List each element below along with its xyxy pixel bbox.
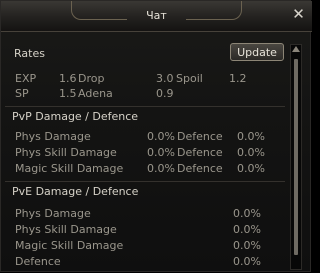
spoil-label: Spoil — [176, 72, 203, 85]
rates-row-2: SP 1.5 Adena 0.9 — [15, 87, 285, 102]
pve-label: Defence — [15, 255, 61, 268]
pvp-heading: PvP Damage / Defence — [12, 110, 139, 123]
pve-heading: PvE Damage / Defence — [12, 185, 139, 198]
pvp-defence-label: Defence — [177, 146, 223, 159]
pvp-defence-label: Defence — [177, 162, 223, 175]
close-icon[interactable]: ✕ — [292, 7, 305, 22]
pve-row: Magic Skill Damage 0.0% — [15, 239, 285, 254]
adena-value: 0.9 — [156, 87, 174, 100]
drop-label: Drop — [78, 72, 105, 85]
section-divider — [5, 106, 285, 107]
section-divider — [5, 181, 285, 182]
pvp-damage-value: 0.0% — [147, 162, 175, 175]
window-title: Чат — [146, 9, 167, 22]
pvp-row: Magic Skill Damage 0.0% Defence 0.0% — [15, 162, 285, 177]
vertical-scrollbar[interactable] — [290, 44, 302, 270]
pvp-damage-value: 0.0% — [147, 146, 175, 159]
sp-label: SP — [15, 87, 29, 100]
pvp-label: Phys Damage — [15, 130, 91, 143]
pvp-row: Phys Skill Damage 0.0% Defence 0.0% — [15, 146, 285, 161]
stats-panel: Rates Update EXP 1.6 Drop 3.0 Spoil 1.2 … — [1, 32, 287, 273]
pve-value: 0.0% — [233, 239, 261, 252]
pvp-label: Phys Skill Damage — [15, 146, 117, 159]
exp-label: EXP — [15, 72, 37, 85]
pve-value: 0.0% — [233, 223, 261, 236]
pvp-label: Magic Skill Damage — [15, 162, 124, 175]
pve-label: Magic Skill Damage — [15, 239, 124, 252]
rates-heading: Rates — [14, 47, 45, 60]
update-button[interactable]: Update — [230, 43, 284, 61]
pve-value: 0.0% — [233, 207, 261, 220]
pvp-defence-value: 0.0% — [237, 162, 265, 175]
exp-value: 1.6 — [59, 72, 77, 85]
pvp-defence-value: 0.0% — [237, 146, 265, 159]
pve-row: Phys Skill Damage 0.0% — [15, 223, 285, 238]
spoil-value: 1.2 — [229, 72, 247, 85]
pve-label: Phys Damage — [15, 207, 91, 220]
pve-value: 0.0% — [233, 255, 261, 268]
pve-row: Phys Damage 0.0% — [15, 207, 285, 222]
pve-label: Phys Skill Damage — [15, 223, 117, 236]
pvp-damage-value: 0.0% — [147, 130, 175, 143]
chat-window: Чат ✕ Rates Update EXP 1.6 Drop 3.0 Spoi… — [0, 0, 312, 273]
pvp-defence-label: Defence — [177, 130, 223, 143]
pvp-row: Phys Damage 0.0% Defence 0.0% — [15, 130, 285, 145]
rates-row-1: EXP 1.6 Drop 3.0 Spoil 1.2 — [15, 72, 285, 87]
window-titlebar[interactable]: Чат ✕ — [1, 1, 312, 32]
pvp-defence-value: 0.0% — [237, 130, 265, 143]
scroll-up-arrow-icon[interactable] — [292, 46, 300, 52]
pve-row: Defence 0.0% — [15, 255, 285, 270]
sp-value: 1.5 — [59, 87, 77, 100]
scrollbar-thumb[interactable] — [294, 59, 298, 255]
adena-label: Adena — [78, 87, 113, 100]
drop-value: 3.0 — [156, 72, 174, 85]
